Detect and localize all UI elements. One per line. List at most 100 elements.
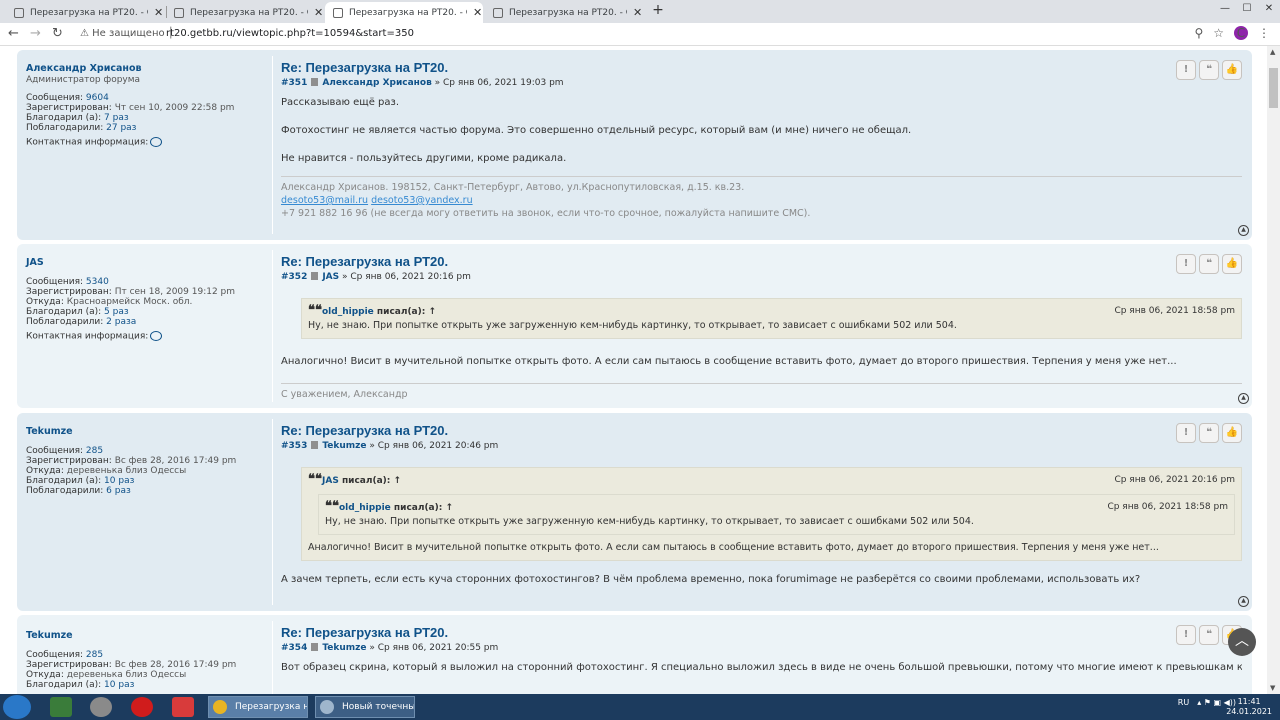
zoom-icon[interactable]: ⚲ (1194, 26, 1203, 40)
browser-tab-active[interactable]: Перезагрузка на РТ20. - Страни ✕ (325, 2, 483, 23)
post-actions: ! ❝ 👍 (1176, 60, 1242, 80)
quote-button[interactable]: ❝ (1199, 60, 1219, 80)
post-author-link[interactable]: JAS (322, 272, 339, 282)
email-link[interactable]: desoto53@yandex.ru (371, 195, 473, 206)
post-title[interactable]: Re: Перезагрузка на РТ20. (281, 254, 1242, 269)
scroll-up-button[interactable]: ︿ (1228, 628, 1256, 656)
quote-button[interactable]: ❝ (1199, 625, 1219, 645)
quote-jump-icon[interactable]: ↑ (429, 307, 437, 317)
post-number[interactable]: #353 (281, 441, 307, 451)
page-favicon-icon (333, 7, 343, 18)
language-indicator[interactable]: RU (1178, 698, 1189, 707)
post-number[interactable]: #354 (281, 643, 307, 653)
profile-row: Зарегистрирован: Вс фев 28, 2016 17:49 p… (26, 456, 266, 466)
quote-button[interactable]: ❝ (1199, 254, 1219, 274)
author-name[interactable]: Tekumze (26, 427, 266, 437)
quote-author[interactable]: old_hippie (339, 503, 391, 513)
post-title[interactable]: Re: Перезагрузка на РТ20. (281, 60, 1242, 75)
post-author-link[interactable]: Александр Хрисанов (322, 78, 431, 88)
scrollbar-thumb[interactable] (1269, 68, 1278, 108)
profile-value[interactable]: 10 раз (104, 680, 134, 690)
opera-icon[interactable] (131, 697, 153, 717)
profile-value[interactable]: 285 (86, 446, 103, 456)
post-number[interactable]: #352 (281, 272, 307, 282)
close-tab-icon[interactable]: ✕ (473, 6, 482, 19)
email-link[interactable]: desoto53@mail.ru (281, 195, 368, 206)
author-name[interactable]: Александр Хрисанов (26, 64, 266, 74)
profile-value[interactable]: 285 (86, 650, 103, 660)
profile-row: Откуда: деревенька близ Одессы (26, 466, 266, 476)
quote-button[interactable]: ❝ (1199, 423, 1219, 443)
back-to-top-icon[interactable]: ▲ (1238, 393, 1249, 404)
post-author-link[interactable]: Tekumze (322, 643, 366, 653)
scroll-up-arrow-icon[interactable]: ▲ (1270, 48, 1275, 56)
reload-icon[interactable]: ↻ (52, 26, 63, 41)
quote-text: Аналогично! Висит в мучительной попытке … (308, 542, 1159, 553)
profile-value[interactable]: 7 раз (104, 113, 129, 123)
thanks-button[interactable]: 👍 (1222, 254, 1242, 274)
app-icon[interactable] (90, 697, 112, 717)
back-to-top-icon[interactable]: ▲ (1238, 225, 1249, 236)
close-tab-icon[interactable]: ✕ (314, 6, 323, 19)
page-scrollbar[interactable]: ▲ ▼ (1267, 46, 1280, 694)
close-window-icon[interactable]: ✕ (1258, 0, 1280, 23)
close-tab-icon[interactable]: ✕ (154, 6, 163, 19)
report-button[interactable]: ! (1176, 60, 1196, 80)
quote-jump-icon[interactable]: ↑ (394, 476, 402, 486)
minimize-icon[interactable]: — (1214, 0, 1236, 23)
post-signature: Александр Хрисанов. 198152, Санкт-Петерб… (281, 176, 1242, 220)
bookmark-star-icon[interactable]: ☆ (1213, 26, 1224, 40)
browser-tab[interactable]: Перезагрузка на РТ20. - Страни ✕ (6, 2, 164, 23)
start-button[interactable] (3, 695, 31, 719)
post-author-link[interactable]: Tekumze (322, 441, 366, 451)
post-title[interactable]: Re: Перезагрузка на РТ20. (281, 625, 1242, 640)
report-button[interactable]: ! (1176, 423, 1196, 443)
profile-value[interactable]: 2 раза (106, 317, 136, 327)
quote-jump-icon[interactable]: ↑ (446, 503, 454, 513)
taskbar-paint-button[interactable]: Новый точечны... (315, 696, 415, 718)
profile-value[interactable]: 27 раз (106, 123, 136, 133)
chat-bubble-icon[interactable] (150, 331, 163, 341)
profile-key: Откуда: (26, 670, 64, 680)
not-secure-indicator[interactable]: ⚠ Не защищено │ (80, 28, 174, 39)
post-body: Re: Перезагрузка на РТ20. #351 Александр … (281, 50, 1242, 220)
profile-row: Благодарил (а): 10 раз (26, 680, 266, 690)
back-to-top-icon[interactable]: ▲ (1238, 596, 1249, 607)
thanks-button[interactable]: 👍 (1222, 423, 1242, 443)
explorer-icon[interactable] (50, 697, 72, 717)
profile-row: Благодарил (а): 5 раз (26, 307, 266, 317)
maximize-icon[interactable]: ☐ (1236, 0, 1258, 23)
author-name[interactable]: Tekumze (26, 631, 266, 641)
author-name[interactable]: JAS (26, 258, 266, 268)
profile-value[interactable]: 5 раз (104, 307, 129, 317)
thanks-button[interactable]: 👍 (1222, 60, 1242, 80)
report-button[interactable]: ! (1176, 254, 1196, 274)
profile-value[interactable]: 10 раз (104, 476, 134, 486)
browser-tab[interactable]: Перезагрузка на РТ20. - Страни ✕ (166, 2, 324, 23)
back-arrow-icon[interactable]: ← (8, 26, 19, 41)
taskbar-button-label: Перезагрузка на ... (235, 702, 307, 712)
report-button[interactable]: ! (1176, 625, 1196, 645)
post-meta: #352 JAS » Ср янв 06, 2021 20:16 pm (281, 272, 1242, 282)
url-field[interactable]: rt20.getbb.ru/viewtopic.php?t=10594&star… (166, 28, 414, 39)
scroll-down-arrow-icon[interactable]: ▼ (1270, 684, 1275, 692)
chat-bubble-icon[interactable] (150, 137, 163, 147)
browser-tab[interactable]: Перезагрузка на РТ20. - Страни ✕ (485, 2, 643, 23)
profile-value[interactable]: 9604 (86, 93, 109, 103)
post-number[interactable]: #351 (281, 78, 307, 88)
profile-value[interactable]: 6 раз (106, 486, 131, 496)
quote-author[interactable]: JAS (322, 476, 339, 486)
post-title[interactable]: Re: Перезагрузка на РТ20. (281, 423, 1242, 438)
close-tab-icon[interactable]: ✕ (633, 6, 642, 19)
new-tab-button[interactable]: + (650, 3, 666, 19)
page-viewport: Александр Хрисанов Администратор форума … (0, 46, 1267, 694)
profile-value[interactable]: 5340 (86, 277, 109, 287)
menu-dots-icon[interactable]: ⋮ (1258, 26, 1270, 40)
profile-key: Сообщения: (26, 93, 84, 103)
profile-avatar[interactable]: C (1234, 26, 1248, 40)
system-clock[interactable]: 11:41 24.01.2021 (1226, 697, 1272, 717)
forward-arrow-icon[interactable]: → (30, 26, 41, 41)
paint-icon[interactable] (172, 697, 194, 717)
taskbar-chrome-button[interactable]: Перезагрузка на ... (208, 696, 308, 718)
quote-author[interactable]: old_hippie (322, 307, 374, 317)
